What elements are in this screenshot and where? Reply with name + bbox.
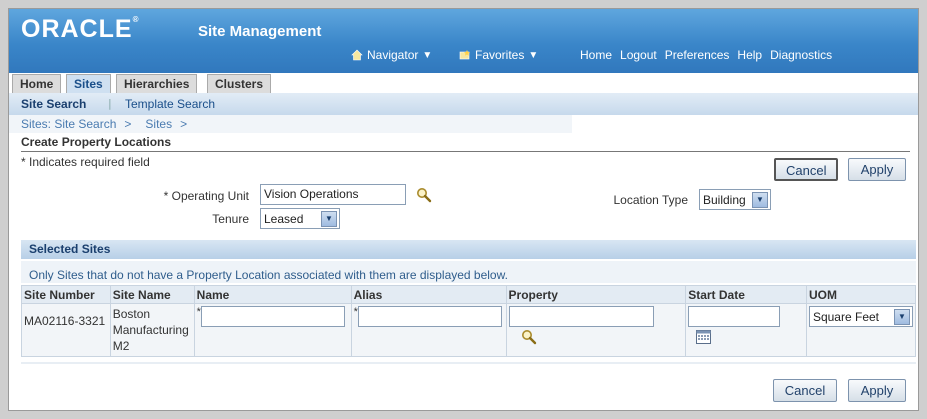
tab-hierarchies[interactable]: Hierarchies bbox=[116, 74, 198, 93]
favorites-icon bbox=[459, 50, 470, 60]
tenure-label: Tenure bbox=[212, 212, 249, 226]
start-date-cell bbox=[685, 303, 807, 357]
site-name-cell: Boston Manufacturing M2 bbox=[109, 303, 195, 357]
operating-unit-field[interactable]: Vision Operations bbox=[260, 184, 406, 205]
uom-value: Square Feet bbox=[812, 309, 879, 324]
global-header: ORACLE® Site Management Navigator ▼ Favo… bbox=[9, 9, 918, 73]
page-frame: ORACLE® Site Management Navigator ▼ Favo… bbox=[8, 8, 919, 411]
navigator-label: Navigator bbox=[367, 48, 419, 62]
tab-home[interactable]: Home bbox=[12, 74, 62, 93]
location-type-select[interactable]: Building ▼ bbox=[699, 189, 771, 210]
chevron-down-icon: ▼ bbox=[893, 308, 910, 325]
cancel-button[interactable]: Cancel bbox=[774, 158, 838, 181]
breadcrumb-site-search[interactable]: Sites: Site Search bbox=[21, 117, 116, 131]
column-header-property: Property bbox=[505, 285, 687, 304]
column-header-site-number: Site Number bbox=[21, 285, 111, 304]
column-header-site-name: Site Name bbox=[109, 285, 195, 304]
uom-select[interactable]: Square Feet ▼ bbox=[808, 306, 913, 327]
name-cell: * bbox=[193, 303, 352, 357]
subtab-separator: | bbox=[108, 97, 112, 110]
column-header-name: Name bbox=[193, 285, 352, 304]
chevron-down-icon: ▼ bbox=[422, 49, 433, 61]
uom-cell: Square Feet ▼ bbox=[805, 303, 917, 357]
table-footer-bar bbox=[21, 362, 916, 364]
table-header-row: Site Number Site Name Name Alias Propert… bbox=[21, 285, 917, 304]
tab-bar: Home Sites Hierarchies Clusters bbox=[9, 73, 918, 93]
diagnostics-link[interactable]: Diagnostics bbox=[770, 48, 832, 62]
favorites-menu[interactable]: Favorites ▼ bbox=[459, 48, 538, 62]
column-header-alias: Alias bbox=[350, 285, 507, 304]
table-row: MA02116-3321 Boston Manufacturing M2 * * bbox=[21, 303, 917, 357]
location-type-value: Building bbox=[703, 192, 746, 207]
help-link[interactable]: Help bbox=[737, 48, 762, 62]
favorites-label: Favorites bbox=[475, 48, 525, 62]
site-number-cell: MA02116-3321 bbox=[21, 303, 111, 357]
breadcrumb-sites[interactable]: Sites bbox=[145, 117, 172, 131]
app-title: Site Management bbox=[198, 23, 322, 40]
alias-cell: * bbox=[350, 303, 507, 357]
column-header-start-date: Start Date bbox=[685, 285, 807, 304]
operating-unit-label: * Operating Unit bbox=[163, 189, 249, 203]
property-cell bbox=[505, 303, 687, 357]
location-type-label: Location Type bbox=[613, 193, 688, 207]
tab-sites[interactable]: Sites bbox=[66, 74, 111, 93]
tab-clusters[interactable]: Clusters bbox=[207, 74, 272, 93]
apply-button-bottom[interactable]: Apply bbox=[848, 379, 906, 402]
breadcrumb: Sites: Site Search > Sites > bbox=[21, 117, 187, 131]
name-input[interactable] bbox=[200, 306, 345, 327]
chevron-down-icon: ▼ bbox=[321, 210, 337, 227]
alias-input[interactable] bbox=[357, 306, 502, 327]
navigator-menu[interactable]: Navigator ▼ bbox=[351, 48, 432, 62]
subtab-site-search[interactable]: Site Search bbox=[21, 97, 86, 111]
chevron-down-icon: ▼ bbox=[528, 49, 539, 61]
chevron-down-icon: ▼ bbox=[752, 191, 768, 208]
subtab-bar: Site Search | Template Search bbox=[9, 93, 918, 115]
search-icon[interactable] bbox=[521, 329, 537, 345]
selected-sites-table: Site Number Site Name Name Alias Propert… bbox=[21, 285, 917, 357]
selected-sites-header: Selected Sites bbox=[21, 240, 916, 259]
search-icon[interactable] bbox=[416, 187, 432, 203]
required-note: * Indicates required field bbox=[21, 155, 150, 169]
calendar-icon[interactable] bbox=[696, 330, 712, 344]
column-header-uom: UOM bbox=[805, 285, 917, 304]
cancel-button-bottom[interactable]: Cancel bbox=[773, 379, 837, 402]
global-links: Home Logout Preferences Help Diagnostics bbox=[580, 48, 832, 62]
preferences-link[interactable]: Preferences bbox=[665, 48, 730, 62]
title-divider bbox=[21, 151, 910, 152]
logout-link[interactable]: Logout bbox=[620, 48, 657, 62]
home-link[interactable]: Home bbox=[580, 48, 612, 62]
tenure-select[interactable]: Leased ▼ bbox=[260, 208, 340, 229]
tenure-value: Leased bbox=[264, 211, 304, 226]
apply-button[interactable]: Apply bbox=[848, 158, 906, 181]
home-icon bbox=[351, 49, 363, 61]
selected-sites-note: Only Sites that do not have a Property L… bbox=[21, 261, 916, 283]
oracle-logo: ORACLE® bbox=[21, 15, 140, 43]
subtab-template-search[interactable]: Template Search bbox=[125, 97, 215, 111]
page-title: Create Property Locations bbox=[21, 135, 172, 149]
breadcrumb-separator: > bbox=[180, 117, 188, 131]
breadcrumb-separator: > bbox=[124, 117, 132, 131]
property-input[interactable] bbox=[508, 306, 654, 327]
start-date-input[interactable] bbox=[688, 306, 781, 327]
